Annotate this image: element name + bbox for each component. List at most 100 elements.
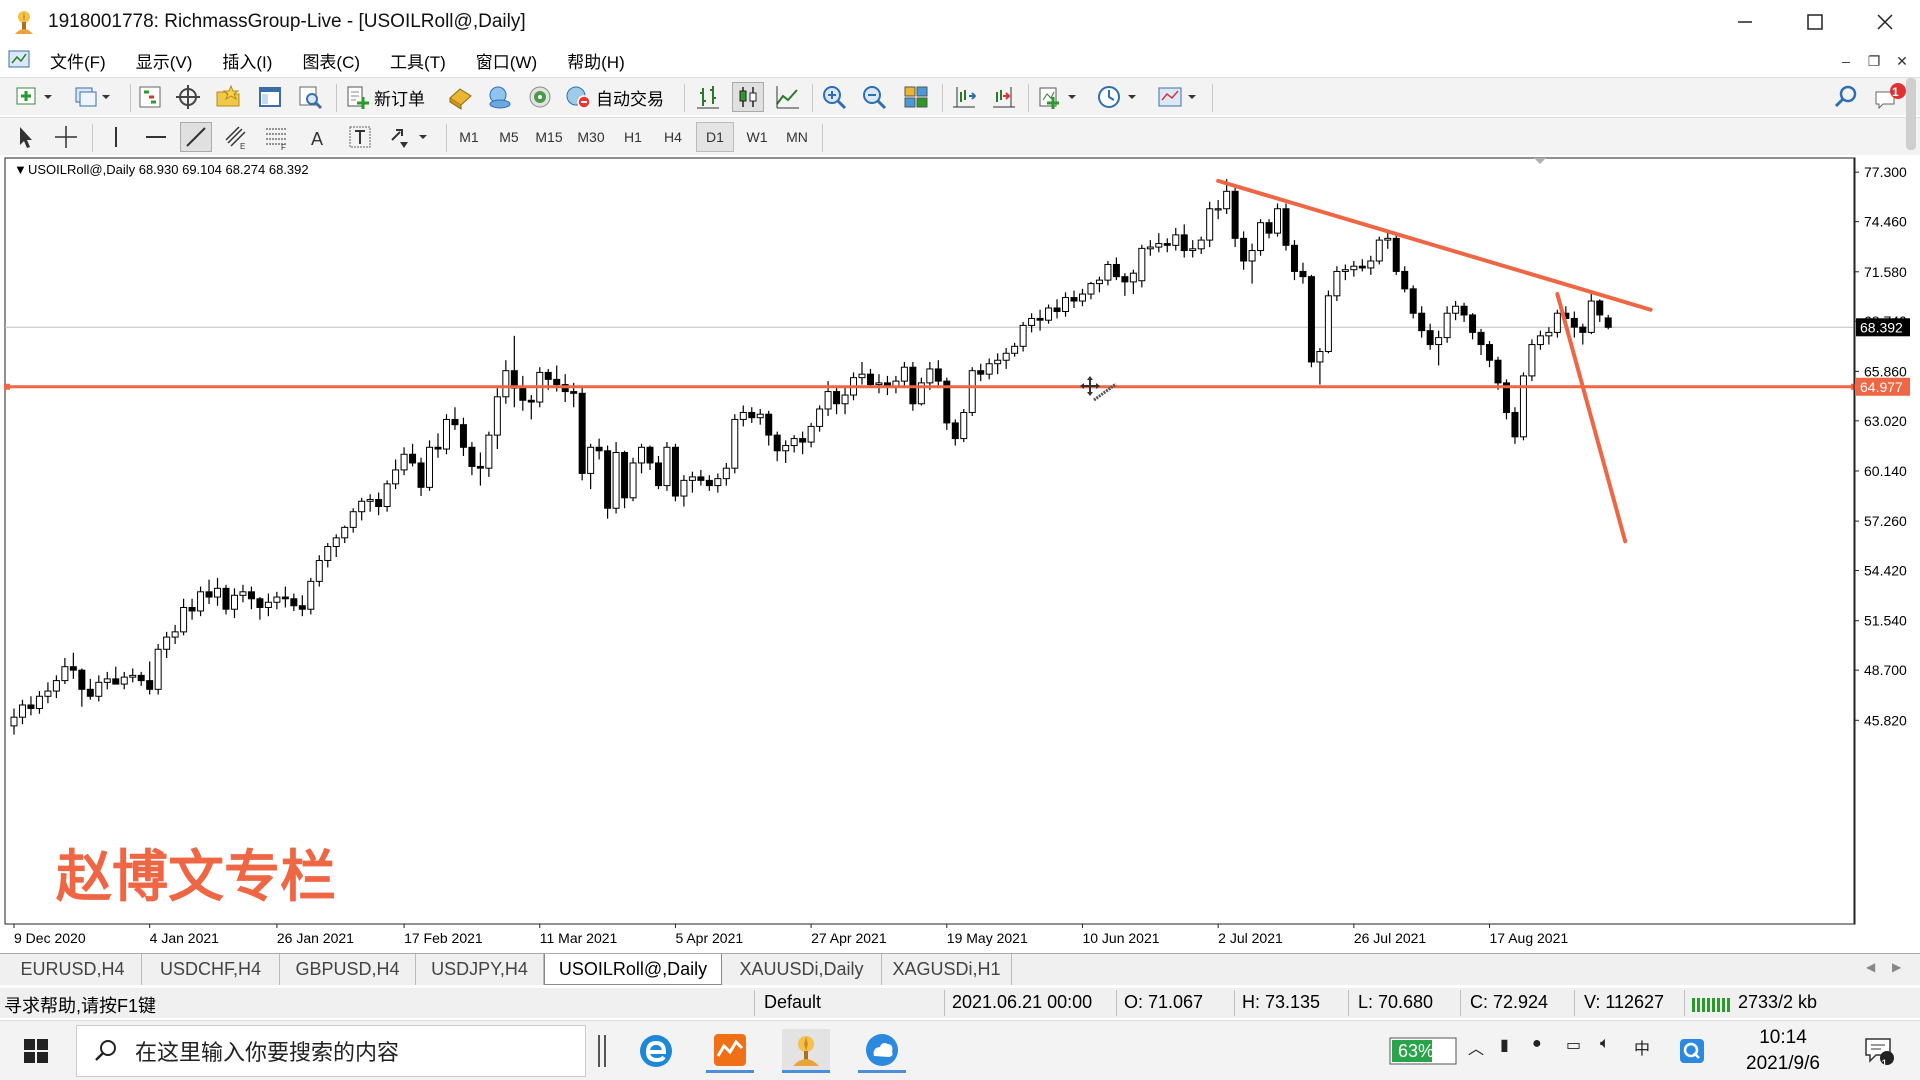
menu-insert[interactable]: 插入(I) [218, 46, 276, 75]
auto-trading-button[interactable]: 自动交易 [564, 82, 676, 112]
tray-chevron-icon[interactable]: ︿ [1468, 1035, 1484, 1059]
tab-eurusd-h4[interactable]: EURUSD,H4 [4, 954, 142, 985]
menu-help[interactable]: 帮助(H) [563, 46, 629, 75]
vertical-line-icon [115, 127, 117, 147]
crosshair-tool-button[interactable] [50, 122, 82, 152]
tab-gbpusd-h4[interactable]: GBPUSD,H4 [280, 954, 416, 985]
periods-button[interactable] [1094, 82, 1146, 112]
chat-bubble-icon [1875, 83, 1906, 110]
taskbar-clock[interactable]: 10:14 2021/9/6 [1728, 1025, 1838, 1077]
navigator-button[interactable] [212, 82, 244, 112]
action-center-button[interactable]: 1 [1856, 1029, 1904, 1073]
equidistant-channel-tool-button[interactable]: E [220, 122, 252, 152]
menu-window[interactable]: 窗口(W) [472, 46, 541, 75]
market-button[interactable] [524, 82, 556, 112]
taskbar-edge-button[interactable] [632, 1029, 680, 1073]
taskbar-search-box[interactable]: 在这里输入你要搜索的内容 [76, 1025, 586, 1077]
mdi-restore-button[interactable]: ❐ [1862, 50, 1886, 72]
search-button[interactable] [1830, 82, 1862, 112]
menu-view[interactable]: 显示(V) [132, 46, 197, 75]
zoom-in-button[interactable] [818, 82, 850, 112]
templates-button[interactable] [1154, 82, 1206, 112]
timeframe-h4[interactable]: H4 [654, 122, 692, 152]
tab-usdchf-h4[interactable]: USDCHF,H4 [142, 954, 280, 985]
maximize-button[interactable] [1780, 0, 1850, 44]
line-chart-button[interactable] [772, 82, 804, 112]
timeframe-d1[interactable]: D1 [696, 122, 734, 152]
menu-charts[interactable]: 图表(C) [298, 46, 364, 75]
timeframe-m1[interactable]: M1 [450, 122, 488, 152]
terminal-button[interactable] [254, 82, 286, 112]
taskbar-trading-app-button[interactable] [706, 1029, 754, 1073]
tray-qq-icon[interactable]: ● [1532, 1035, 1542, 1053]
line-handle-left[interactable] [4, 383, 10, 390]
tray-ime-icon[interactable]: 中 [1634, 1035, 1650, 1059]
task-view-button[interactable] [590, 1029, 614, 1073]
strategy-tester-button[interactable] [294, 82, 326, 112]
auto-scroll-button[interactable] [988, 82, 1020, 112]
channel-icon: E [225, 126, 246, 150]
timeframe-m30[interactable]: M30 [572, 122, 610, 152]
start-button[interactable] [12, 1029, 60, 1073]
tab-xagusdi-h1[interactable]: XAGUSDi,H1 [882, 954, 1012, 985]
fibonacci-tool-button[interactable]: F [260, 122, 292, 152]
arrows-tool-button[interactable] [386, 122, 434, 152]
tab-usdjpy-h4[interactable]: USDJPY,H4 [416, 954, 544, 985]
chart-area[interactable]: 77.30074.46071.58068.74065.86063.02060.1… [4, 156, 1916, 952]
menu-bar: 文件(F) 显示(V) 插入(I) 图表(C) 工具(T) 窗口(W) 帮助(H… [0, 44, 1920, 76]
candle [1519, 372, 1527, 441]
close-icon [1877, 14, 1893, 30]
candle-body-bullish [392, 469, 400, 485]
tray-search-app-button[interactable] [1674, 1029, 1710, 1073]
data-window-button[interactable] [172, 82, 204, 112]
tab-usoilroll-daily[interactable]: USOILRoll@,Daily [544, 954, 722, 985]
timeframe-mn[interactable]: MN [778, 122, 816, 152]
candle-body-bearish [1579, 326, 1587, 333]
tray-battery-icon[interactable]: ▭ [1566, 1035, 1581, 1055]
close-button[interactable] [1850, 0, 1920, 44]
mdi-close-button[interactable]: ✕ [1890, 50, 1914, 72]
signals-button[interactable] [484, 82, 516, 112]
market-watch-button[interactable] [134, 82, 166, 112]
taskbar-mt4-button[interactable] [782, 1029, 830, 1073]
candle-body-bearish [137, 674, 145, 682]
candle-body-bearish [697, 476, 705, 481]
menu-tools[interactable]: 工具(T) [386, 46, 450, 75]
mdi-minimize-button[interactable]: – [1834, 50, 1858, 72]
new-chart-button[interactable] [10, 82, 60, 112]
profiles-button[interactable] [68, 82, 118, 112]
timeframe-m15[interactable]: M15 [530, 122, 568, 152]
menu-file[interactable]: 文件(F) [46, 46, 110, 75]
text-label-tool-button[interactable] [344, 122, 376, 152]
bar-chart-button[interactable] [692, 82, 724, 112]
metaeditor-button[interactable] [444, 82, 476, 112]
text-tool-button[interactable]: A [302, 122, 334, 152]
timeframe-m5[interactable]: M5 [490, 122, 528, 152]
candle-body-bullish [1138, 247, 1146, 282]
new-order-button[interactable]: 新订单 [344, 82, 440, 112]
timeframe-w1[interactable]: W1 [738, 122, 776, 152]
timeframe-h1[interactable]: H1 [614, 122, 652, 152]
minimize-button[interactable] [1710, 0, 1780, 44]
tab-xauusdi-daily[interactable]: XAUUSDi,Daily [722, 954, 882, 985]
toolbar-scrollbar[interactable] [1906, 78, 1916, 150]
trendline-tool-button[interactable] [180, 122, 212, 152]
candle-body-bullish [1350, 265, 1358, 271]
battery-meter[interactable]: 63% [1386, 1029, 1462, 1073]
horizontal-line-tool-button[interactable] [140, 122, 172, 152]
notifications-button[interactable]: 1 [1870, 82, 1910, 112]
cursor-tool-button[interactable] [10, 122, 42, 152]
tray-volume-icon[interactable]: 🔈︎ [1600, 1035, 1610, 1053]
candlestick-chart[interactable]: 77.30074.46071.58068.74065.86063.02060.1… [4, 156, 1916, 952]
zoom-out-button[interactable] [858, 82, 890, 112]
candlestick-chart-button[interactable] [732, 82, 764, 112]
tray-phone-icon[interactable]: ▮ [1500, 1035, 1509, 1055]
tab-scroll-right-icon[interactable]: ▶ [1892, 960, 1901, 974]
vertical-line-tool-button[interactable] [100, 122, 132, 152]
chart-shift-button[interactable] [948, 82, 980, 112]
indicators-button[interactable] [1034, 82, 1086, 112]
candle-body-bullish [612, 452, 620, 509]
tile-windows-button[interactable] [900, 82, 932, 112]
tab-scroll-left-icon[interactable]: ◀ [1866, 960, 1875, 974]
taskbar-cloud-app-button[interactable] [858, 1029, 906, 1073]
